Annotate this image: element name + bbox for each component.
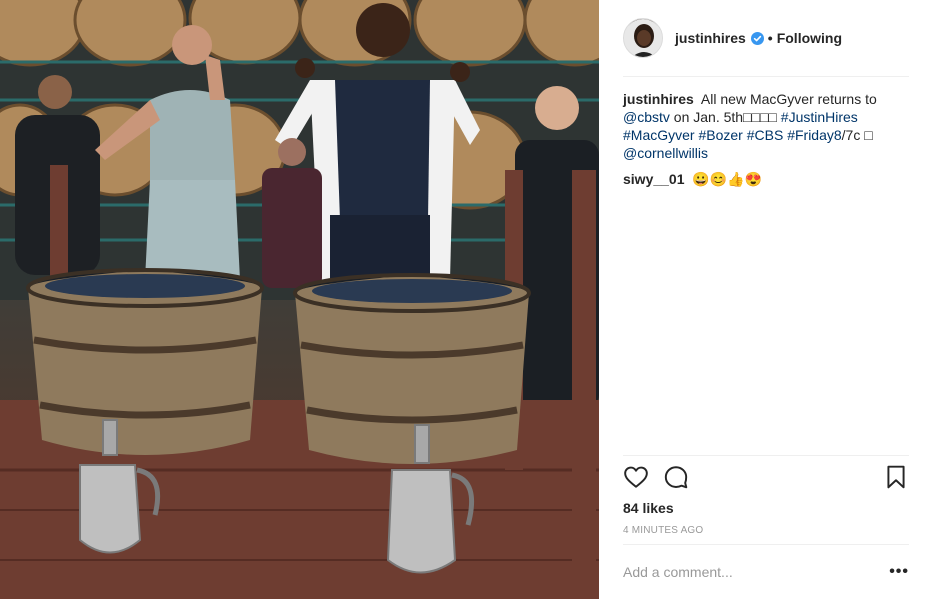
caption: justinhires All new MacGyver returns to … <box>623 90 909 162</box>
post-photo[interactable] <box>0 0 599 599</box>
verified-badge-icon <box>750 31 764 45</box>
post-details-panel: justinhires • Following justinhires All … <box>599 0 932 599</box>
comment-bubble-icon[interactable] <box>663 464 689 490</box>
header-divider <box>623 76 909 77</box>
barrel-tub-right <box>293 273 531 464</box>
post-photo-illustration <box>0 0 599 599</box>
following-button[interactable]: Following <box>777 30 842 46</box>
comments-list: justinhires All new MacGyver returns to … <box>623 90 909 196</box>
bookmark-icon[interactable] <box>883 464 909 490</box>
action-bar <box>623 464 909 492</box>
caption-author[interactable]: justinhires <box>623 91 694 107</box>
comment-author[interactable]: siwy__01 <box>623 171 685 187</box>
mention-link[interactable]: @cbstv <box>623 109 670 125</box>
comment-input[interactable] <box>623 564 890 580</box>
hashtag-link[interactable]: #CBS <box>747 127 784 143</box>
hashtag-link[interactable]: #Friday8 <box>787 127 841 143</box>
avatar[interactable] <box>623 18 663 58</box>
hashtag-link[interactable]: #MacGyver <box>623 127 695 143</box>
author-username[interactable]: justinhires <box>675 30 746 46</box>
more-options-icon[interactable]: ••• <box>889 563 909 581</box>
post-header: justinhires • Following <box>623 16 909 60</box>
caption-text: on Jan. 5th□□□□ <box>673 109 777 125</box>
mention-link[interactable]: @cornellwillis <box>623 145 708 161</box>
comment-text: 😀😊👍😍 <box>692 171 763 187</box>
barrel-tub-left <box>26 268 264 455</box>
comment-divider <box>623 544 909 545</box>
caption-text: /7c □ <box>841 127 873 143</box>
hashtag-link[interactable]: #JustinHires <box>781 109 858 125</box>
caption-text: All new MacGyver returns to <box>700 91 877 107</box>
hashtag-link[interactable]: #Bozer <box>698 127 742 143</box>
avatar-image <box>624 19 662 57</box>
post-timestamp[interactable]: 4 MINUTES AGO <box>623 525 703 536</box>
add-comment-bar: ••• <box>623 556 909 588</box>
likes-count[interactable]: 84 likes <box>623 500 674 516</box>
header-separator: • <box>767 30 773 46</box>
comment-item: siwy__01 😀😊👍😍 <box>623 170 909 188</box>
heart-icon[interactable] <box>623 464 649 490</box>
actions-divider <box>623 455 909 456</box>
